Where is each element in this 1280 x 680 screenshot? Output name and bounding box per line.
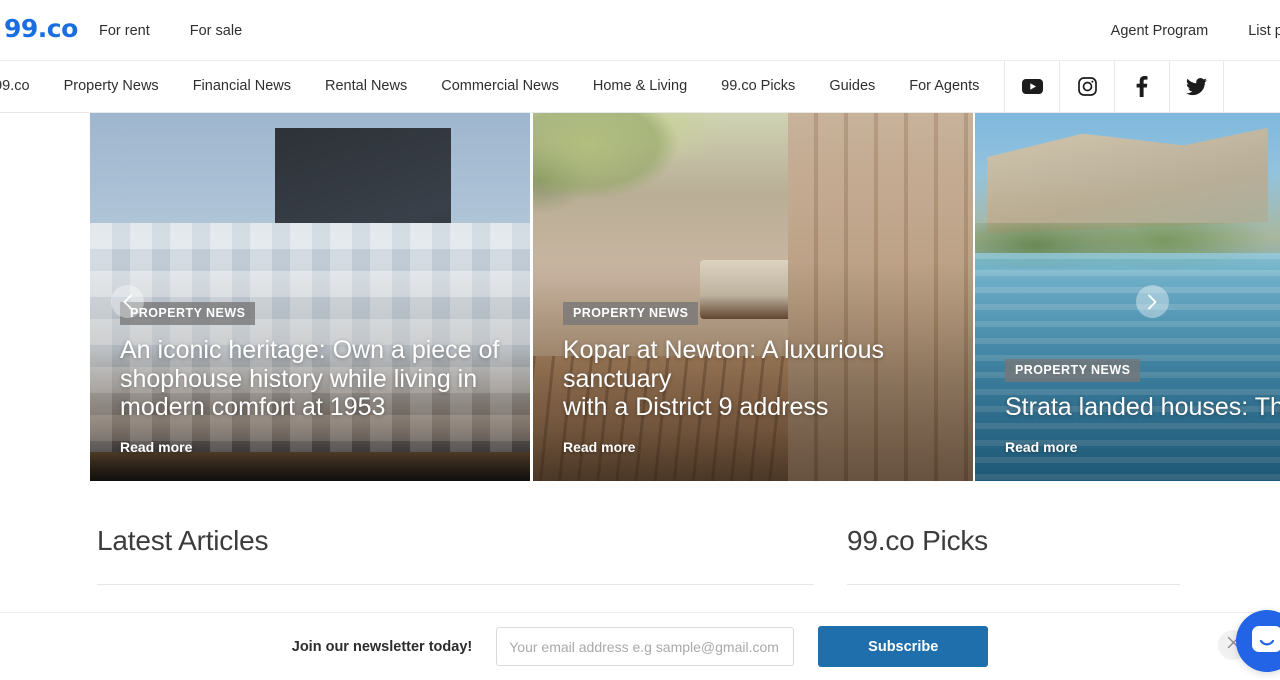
twitter-icon <box>1186 77 1208 96</box>
instagram-icon <box>1078 77 1097 96</box>
primary-nav-right: Agent Program List property <box>1111 0 1280 61</box>
twitter-link[interactable] <box>1169 61 1225 112</box>
carousel-card-1[interactable]: PROPERTY NEWS An iconic heritage: Own a … <box>90 113 530 481</box>
card-3-body: PROPERTY NEWS Strata landed houses: The … <box>1005 358 1280 455</box>
picks-title: 99.co Picks <box>847 525 988 556</box>
subnav-property-news[interactable]: Property News <box>47 61 176 112</box>
picks-divider <box>847 583 1180 585</box>
newsletter-bar: Join our newsletter today! Subscribe <box>0 610 1280 680</box>
subnav-guides[interactable]: Guides <box>812 61 892 112</box>
card-1-read-more[interactable]: Read more <box>120 439 520 455</box>
nav-agent-program[interactable]: Agent Program <box>1111 23 1209 39</box>
subnav-back-to-99co[interactable]: to 99.co <box>0 61 47 112</box>
latest-articles-divider <box>97 583 814 585</box>
card-1-title: An iconic heritage: Own a piece of shoph… <box>120 336 500 421</box>
card-1-body: PROPERTY NEWS An iconic heritage: Own a … <box>120 302 520 455</box>
chevron-right-icon <box>1147 294 1158 310</box>
carousel-next-button[interactable] <box>1136 285 1169 318</box>
card-3-title: Strata landed houses: The benefits of a … <box>1005 392 1280 421</box>
facebook-link[interactable] <box>1114 61 1169 112</box>
subnav-99co-picks[interactable]: 99.co Picks <box>704 61 812 112</box>
logo-99co[interactable]: 99.co <box>4 16 78 41</box>
nav-for-rent[interactable]: For rent <box>99 23 150 39</box>
picks-section: 99.co Picks <box>847 524 1180 585</box>
card-2-read-more[interactable]: Read more <box>563 439 963 455</box>
youtube-link[interactable] <box>1004 61 1059 112</box>
featured-carousel[interactable]: PROPERTY NEWS An iconic heritage: Own a … <box>0 113 1280 481</box>
secondary-nav: to 99.co Property News Financial News Re… <box>0 61 1280 113</box>
newsletter-label: Join our newsletter today! <box>291 638 473 655</box>
nav-for-sale[interactable]: For sale <box>190 23 242 39</box>
newsletter-email-input[interactable] <box>496 627 795 666</box>
youtube-icon <box>1021 79 1043 94</box>
carousel-prev-button[interactable] <box>111 285 144 318</box>
secondary-nav-items: to 99.co Property News Financial News Re… <box>0 61 996 112</box>
subnav-rental-news[interactable]: Rental News <box>308 61 424 112</box>
subnav-commercial-news[interactable]: Commercial News <box>424 61 576 112</box>
nav-list-property[interactable]: List property <box>1248 23 1280 39</box>
card-3-category-tag: PROPERTY NEWS <box>1005 358 1141 382</box>
primary-nav-left: For rent For sale <box>99 0 242 61</box>
subnav-for-agents[interactable]: For Agents <box>892 61 996 112</box>
chat-widget-button[interactable] <box>1236 610 1280 672</box>
latest-articles-section: Latest Articles <box>97 524 814 585</box>
chevron-left-icon <box>122 294 133 310</box>
card-2-body: PROPERTY NEWS Kopar at Newton: A luxurio… <box>563 302 963 455</box>
subnav-financial-news[interactable]: Financial News <box>176 61 308 112</box>
carousel-card-3[interactable]: PROPERTY NEWS Strata landed houses: The … <box>975 113 1280 481</box>
social-links <box>1004 61 1225 112</box>
latest-articles-title: Latest Articles <box>97 525 269 556</box>
instagram-link[interactable] <box>1059 61 1114 112</box>
subnav-home-and-living[interactable]: Home & Living <box>576 61 704 112</box>
newsletter-subscribe-button[interactable]: Subscribe <box>818 626 989 667</box>
card-2-title: Kopar at Newton: A luxurious sanctuary w… <box>563 336 885 421</box>
carousel-card-2[interactable]: PROPERTY NEWS Kopar at Newton: A luxurio… <box>533 113 973 481</box>
chat-message-icon <box>1250 624 1280 659</box>
card-2-category-tag: PROPERTY NEWS <box>563 302 699 326</box>
facebook-icon <box>1136 76 1148 97</box>
top-header: 99.co For rent For sale Agent Program Li… <box>0 0 1280 61</box>
card-3-read-more[interactable]: Read more <box>1005 439 1280 455</box>
